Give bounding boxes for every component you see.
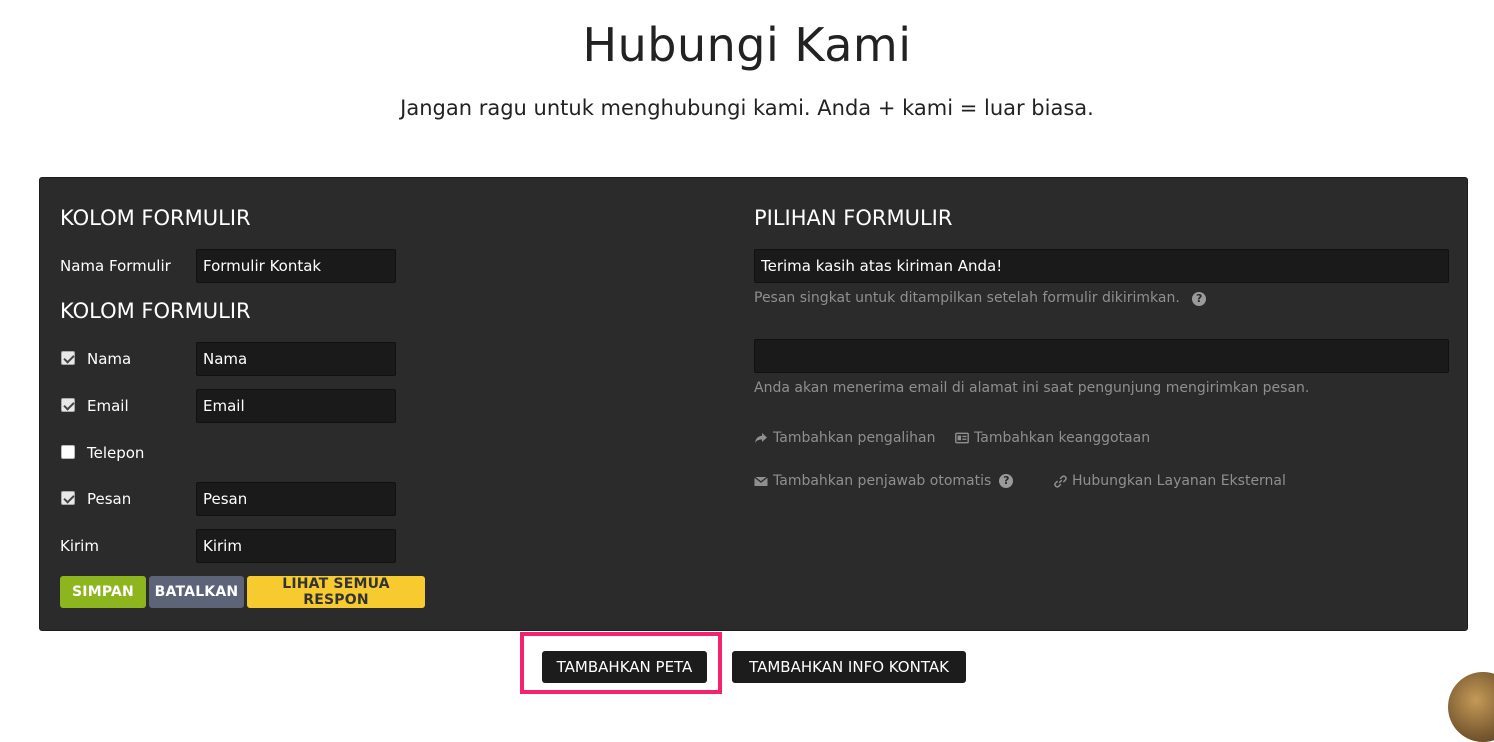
help-icon[interactable]: ?	[1192, 292, 1207, 306]
view-responses-button[interactable]: LIHAT SEMUA RESPON	[247, 576, 425, 608]
add-map-button[interactable]: TAMBAHKAN PETA	[542, 651, 707, 683]
field-nama-label: Nama	[87, 350, 132, 368]
share-arrow-icon	[755, 433, 767, 443]
add-membership-label: Tambahkan keanggotaan	[974, 430, 1151, 446]
save-button[interactable]: SIMPAN	[60, 576, 146, 608]
thank-you-hint: Pesan singkat untuk ditampilkan setelah …	[754, 290, 1207, 306]
submit-label: Kirim	[60, 537, 99, 555]
add-contact-info-button[interactable]: TAMBAHKAN INFO KONTAK	[732, 651, 966, 683]
field-pesan-checkbox[interactable]	[61, 491, 75, 505]
add-redirect-link[interactable]: Tambahkan pengalihan	[754, 430, 936, 446]
cancel-button[interactable]: BATALKAN	[149, 576, 244, 608]
form-options-title: PILIHAN FORMULIR	[754, 206, 953, 230]
page-subtitle: Jangan ragu untuk menghubungi kami. Anda…	[400, 96, 1094, 120]
thank-you-input[interactable]	[754, 249, 1449, 283]
field-email-label: Email	[87, 397, 129, 415]
envelope-icon	[754, 475, 768, 486]
field-telepon-checkbox[interactable]	[61, 445, 75, 459]
connect-external-label: Hubungkan Layanan Eksternal	[1072, 473, 1286, 489]
avatar[interactable]	[1448, 672, 1494, 742]
page-title: Hubungi Kami	[582, 18, 912, 72]
form-name-label: Nama Formulir	[60, 257, 171, 275]
field-nama-input[interactable]	[196, 342, 396, 376]
form-fields-list-title: KOLOM FORMULIR	[60, 299, 251, 323]
autoresponder-help-icon[interactable]: ?	[999, 474, 1014, 488]
submit-text-input[interactable]	[196, 529, 396, 563]
form-editor-panel: KOLOM FORMULIR Nama Formulir KOLOM FORMU…	[39, 177, 1468, 631]
field-email-checkbox[interactable]	[61, 398, 75, 412]
field-pesan-input[interactable]	[196, 482, 396, 516]
link-chain-icon	[1054, 474, 1067, 488]
field-telepon-label: Telepon	[87, 444, 145, 462]
field-pesan-label: Pesan	[87, 490, 132, 508]
add-autoresponder-label: Tambahkan penjawab otomatis	[773, 473, 992, 489]
notification-email-input[interactable]	[754, 339, 1449, 373]
field-email-input[interactable]	[196, 389, 396, 423]
thank-you-hint-text: Pesan singkat untuk ditampilkan setelah …	[754, 290, 1180, 306]
add-membership-link[interactable]: Tambahkan keanggotaan	[955, 430, 1150, 446]
form-fields-title: KOLOM FORMULIR	[60, 206, 251, 230]
connect-external-service-link[interactable]: Hubungkan Layanan Eksternal	[1054, 473, 1286, 489]
email-hint: Anda akan menerima email di alamat ini s…	[754, 380, 1310, 396]
add-autoresponder-link[interactable]: Tambahkan penjawab otomatis ?	[754, 473, 1014, 489]
field-nama-checkbox[interactable]	[61, 351, 75, 365]
form-name-input[interactable]	[196, 249, 396, 283]
add-redirect-label: Tambahkan pengalihan	[773, 430, 936, 446]
id-card-icon	[955, 432, 969, 444]
